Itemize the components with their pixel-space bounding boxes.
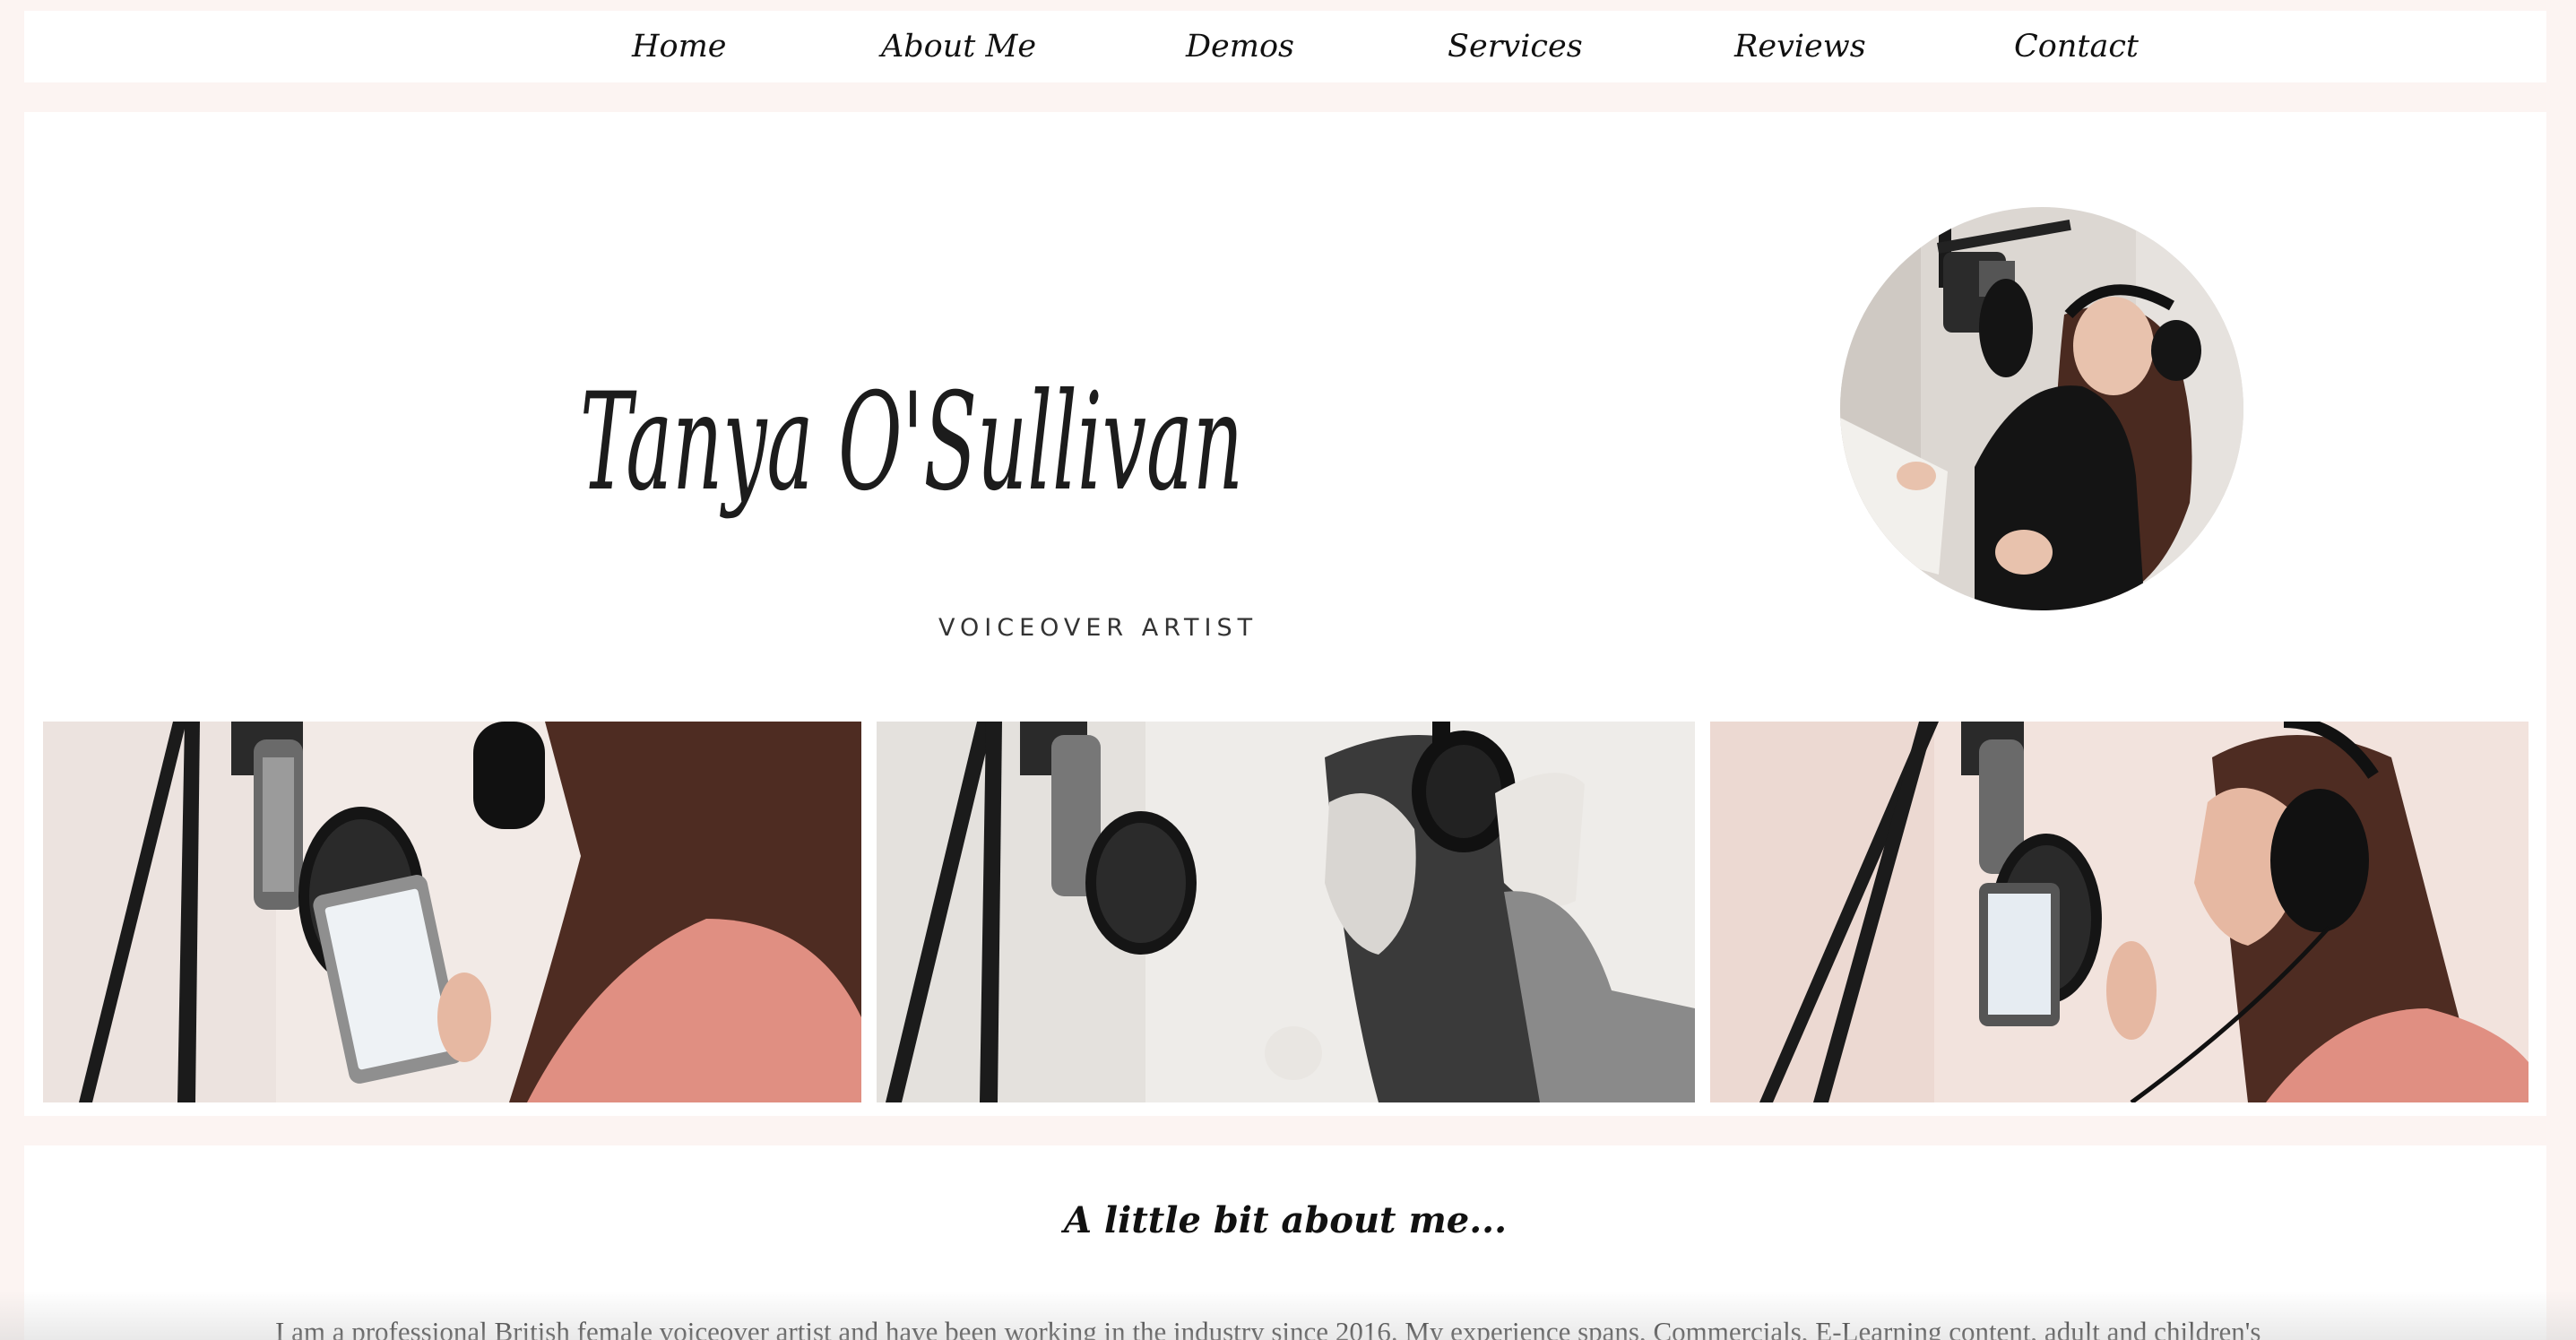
nav-home[interactable]: Home bbox=[632, 11, 727, 82]
studio-photo-headphones-icon bbox=[877, 722, 1695, 1102]
artist-name: Tanya O'Sullivan bbox=[580, 365, 1243, 521]
top-navigation: Home About Me Demos Services Reviews Con… bbox=[24, 11, 2546, 82]
nav-services[interactable]: Services bbox=[1448, 11, 1583, 82]
studio-photo-tablet-icon bbox=[43, 722, 861, 1102]
hero-section: Tanya O'Sullivan VOICEOVER ARTIST bbox=[24, 112, 2546, 1116]
tagline: VOICEOVER ARTIST bbox=[938, 614, 1258, 642]
nav-demos[interactable]: Demos bbox=[1186, 11, 1294, 82]
brand-logo: Tanya O'Sullivan bbox=[580, 365, 1243, 521]
nav-about-me[interactable]: About Me bbox=[881, 11, 1036, 82]
about-heading: A little bit about me... bbox=[1063, 1199, 1508, 1241]
studio-photo-singing-icon bbox=[1710, 722, 2528, 1102]
about-section: A little bit about me... I am a professi… bbox=[24, 1145, 2546, 1340]
nav-contact[interactable]: Contact bbox=[2014, 11, 2139, 82]
nav-reviews[interactable]: Reviews bbox=[1734, 11, 1866, 82]
about-paragraph: I am a professional British female voice… bbox=[275, 1316, 2261, 1340]
voiceover-artist-portrait-icon bbox=[1840, 207, 2243, 610]
